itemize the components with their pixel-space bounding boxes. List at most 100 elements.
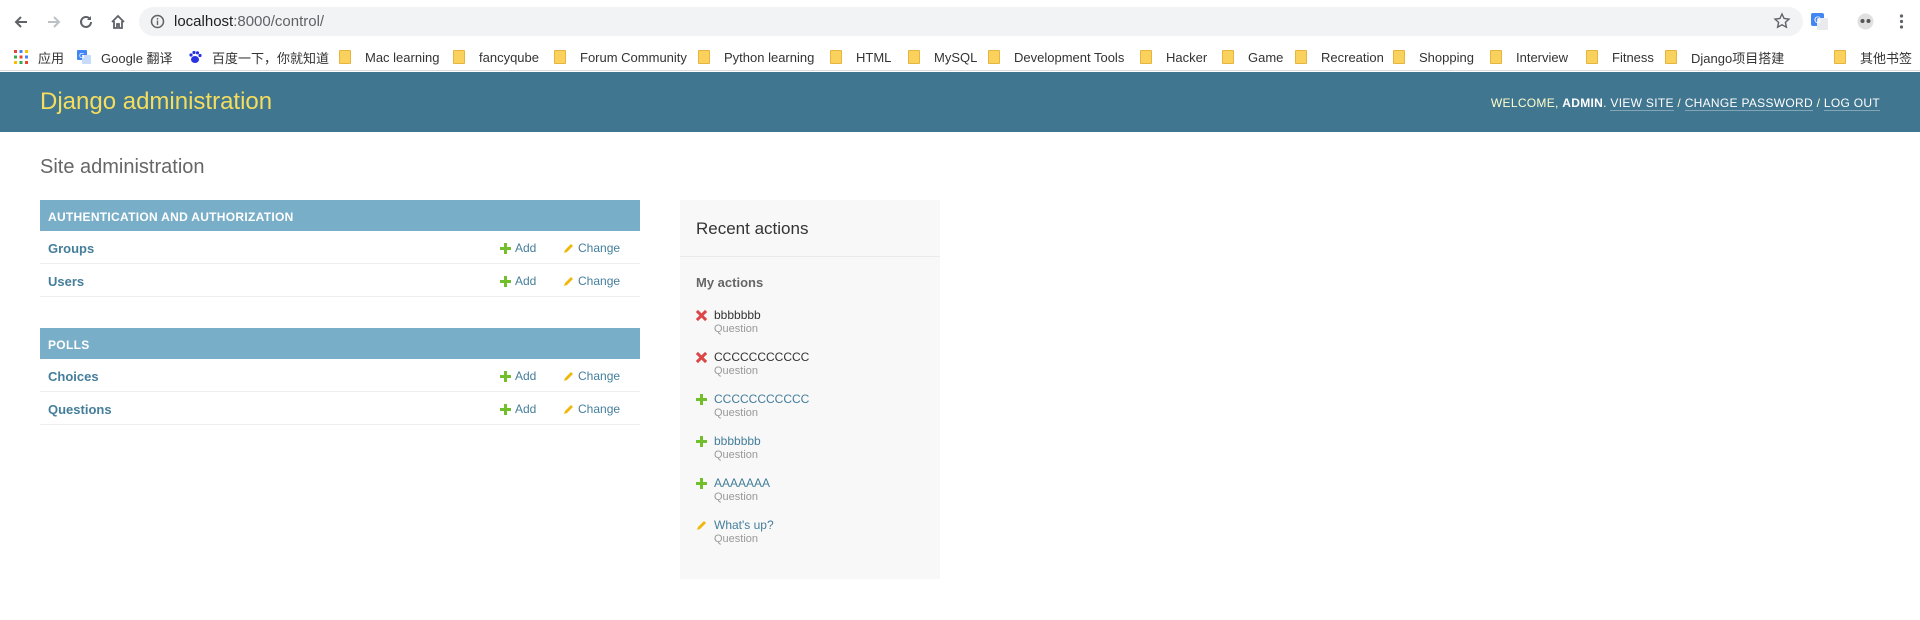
action-object: CCCCCCCCCCC <box>714 350 810 364</box>
bookmark-label: MySQL <box>934 49 978 65</box>
bookmark-google-translate[interactable]: G Google 翻译 <box>77 48 173 66</box>
url-path: :8000/control/ <box>233 13 325 30</box>
bookmark-folder-fancyqube[interactable]: fancyqube <box>453 48 539 66</box>
bookmark-folder-interview[interactable]: Interview <box>1490 48 1568 66</box>
pencil-icon <box>564 276 573 286</box>
action-object-link[interactable]: bbbbbbb <box>714 434 761 448</box>
bookmark-folder-forum-community[interactable]: Forum Community <box>554 48 687 66</box>
apps-grid-icon <box>14 50 28 64</box>
bookmark-label: 其他书签 <box>1860 50 1913 66</box>
folder-icon <box>1140 50 1152 64</box>
action-object-link[interactable]: CCCCCCCCCCC <box>714 392 809 406</box>
change-link-groups[interactable]: Change <box>563 241 620 255</box>
action-object-link[interactable]: AAAAAAA <box>714 476 770 490</box>
folder-icon <box>339 50 351 64</box>
folder-icon <box>1490 50 1502 64</box>
svg-text:G: G <box>79 52 84 60</box>
bookmark-folder-django[interactable]: Django项目搭建 <box>1665 48 1784 66</box>
folder-icon <box>1393 50 1405 64</box>
extension-icon[interactable] <box>1856 12 1875 31</box>
model-row-users: Users Add Change <box>40 264 640 297</box>
add-link-questions[interactable]: Add <box>500 402 536 416</box>
folder-icon <box>1834 50 1846 64</box>
action-content-type: Question <box>714 533 759 545</box>
bookmark-star-icon[interactable] <box>1773 12 1791 30</box>
view-site-link[interactable]: VIEW SITE <box>1610 96 1674 111</box>
address-bar[interactable]: localhost:8000/control/ <box>139 7 1803 36</box>
bookmark-folder-html[interactable]: HTML <box>830 48 891 66</box>
pencil-icon <box>564 404 573 414</box>
add-link-choices[interactable]: Add <box>500 369 536 383</box>
url-text[interactable]: localhost:8000/control/ <box>174 13 324 30</box>
folder-icon <box>830 50 842 64</box>
add-label: Add <box>515 241 537 255</box>
bookmark-folder-python-learning[interactable]: Python learning <box>698 48 814 66</box>
arrow-left-icon <box>14 16 27 28</box>
bookmark-apps[interactable]: 应用 <box>14 48 64 66</box>
model-link-groups[interactable]: Groups <box>48 241 94 256</box>
change-link-choices[interactable]: Change <box>563 369 620 383</box>
model-row-questions: Questions Add Change <box>40 392 640 425</box>
bookmark-folder-mysql[interactable]: MySQL <box>908 48 977 66</box>
add-icon <box>500 242 511 254</box>
add-link-groups[interactable]: Add <box>500 241 536 255</box>
action-content-type: Question <box>714 449 759 461</box>
change-label: Change <box>578 274 621 288</box>
add-label: Add <box>515 274 537 288</box>
bookmark-label: fancyqube <box>479 49 539 65</box>
module-caption[interactable]: AUTHENTICATION AND AUTHORIZATION <box>40 200 640 231</box>
home-icon <box>111 14 125 29</box>
action-object: bbbbbbb <box>714 308 761 322</box>
bookmark-baidu[interactable]: 百度一下，你就知道 <box>188 48 329 66</box>
model-link-questions[interactable]: Questions <box>48 402 112 417</box>
bookmark-folder-recreation[interactable]: Recreation <box>1295 48 1384 66</box>
bookmark-folder-mac-learning[interactable]: Mac learning <box>339 48 439 66</box>
change-password-link[interactable]: CHANGE PASSWORD <box>1684 96 1813 111</box>
change-link-questions[interactable]: Change <box>563 402 620 416</box>
change-link-users[interactable]: Change <box>563 274 620 288</box>
bookmark-label: Interview <box>1516 49 1569 65</box>
bookmark-folder-shopping[interactable]: Shopping <box>1393 48 1474 66</box>
folder-icon <box>698 50 710 64</box>
separator: / <box>1673 96 1685 110</box>
model-link-users[interactable]: Users <box>48 274 84 289</box>
action-content-type: Question <box>714 407 759 419</box>
folder-icon <box>453 50 465 64</box>
log-out-link[interactable]: LOG OUT <box>1823 96 1880 111</box>
separator: / <box>1812 96 1824 110</box>
folder-icon <box>1586 50 1598 64</box>
bookmark-label: Mac learning <box>365 49 440 65</box>
module-caption[interactable]: POLLS <box>40 328 640 359</box>
menu-kebab-icon[interactable] <box>1892 12 1911 31</box>
folder-icon <box>1222 50 1234 64</box>
reload-button[interactable] <box>74 10 98 34</box>
forward-button[interactable] <box>42 10 66 34</box>
change-label: Change <box>578 402 621 416</box>
action-content-type: Question <box>714 365 759 377</box>
bookmarks-bar: 应用 G Google 翻译 百度一下，你就知道 Mac learning fa… <box>0 43 1920 71</box>
add-link-users[interactable]: Add <box>500 274 536 288</box>
arrow-right-icon <box>48 16 61 28</box>
deletion-icon <box>696 310 707 321</box>
bookmark-folder-other[interactable]: 其他书签 <box>1834 48 1912 66</box>
django-header: Django administration WELCOME, ADMIN. VI… <box>0 72 1920 132</box>
change-label: Change <box>578 241 621 255</box>
bookmark-folder-development-tools[interactable]: Development Tools <box>988 48 1124 66</box>
site-branding[interactable]: Django administration <box>40 88 272 116</box>
module-auth: AUTHENTICATION AND AUTHORIZATION Groups … <box>40 200 640 297</box>
action-object-link[interactable]: What's up? <box>714 518 774 532</box>
model-link-choices[interactable]: Choices <box>48 369 99 384</box>
model-row-choices: Choices Add Change <box>40 359 640 392</box>
bookmark-folder-game[interactable]: Game <box>1222 48 1283 66</box>
action-content-type: Question <box>714 491 759 503</box>
back-button[interactable] <box>9 10 33 34</box>
bookmark-folder-fitness[interactable]: Fitness <box>1586 48 1654 66</box>
bookmark-folder-hacker[interactable]: Hacker <box>1140 48 1207 66</box>
home-button[interactable] <box>106 10 130 34</box>
url-host: localhost <box>174 13 234 30</box>
info-icon[interactable] <box>150 14 165 29</box>
bookmark-label: Game <box>1248 49 1284 65</box>
bookmark-label: 百度一下，你就知道 <box>212 50 330 66</box>
translate-extension-icon[interactable]: G <box>1810 12 1829 31</box>
action-content-type: Question <box>714 323 759 335</box>
